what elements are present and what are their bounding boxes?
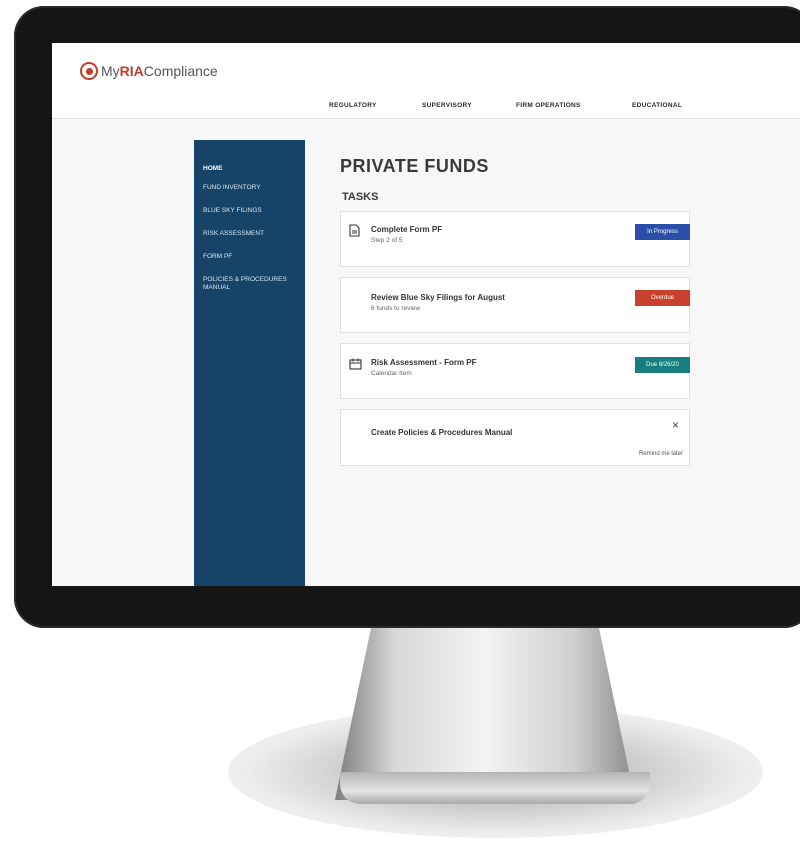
nav-educational[interactable]: EDUCATIONAL: [632, 102, 682, 109]
task-card-review-blue-sky[interactable]: Review Blue Sky Filings for August 6 fun…: [340, 277, 690, 333]
task-card-risk-assessment[interactable]: Risk Assessment - Form PF Calendar Item …: [340, 343, 690, 399]
sidebar-item-blue-sky-filings[interactable]: BLUE SKY FILINGS: [203, 207, 303, 215]
remind-later-link[interactable]: Remind me later: [639, 451, 683, 457]
status-badge: In Progress: [635, 224, 690, 240]
sidebar-item-fund-inventory[interactable]: FUND INVENTORY: [203, 184, 303, 192]
sidebar-item-form-pf[interactable]: FORM PF: [203, 253, 303, 261]
status-badge: Overdue: [635, 290, 690, 306]
page-title: PRIVATE FUNDS: [340, 156, 489, 176]
logo-icon: [80, 62, 98, 80]
task-title: Review Blue Sky Filings for August: [371, 293, 505, 302]
brand-name-ria: RIA: [119, 63, 144, 79]
sidebar-item-risk-assessment[interactable]: RISK ASSESSMENT: [203, 230, 303, 238]
task-card-complete-form-pf[interactable]: Complete Form PF Step 2 of 5 In Progress: [340, 211, 690, 267]
task-title: Create Policies & Procedures Manual: [371, 428, 513, 437]
sidebar: HOME FUND INVENTORY BLUE SKY FILINGS RIS…: [194, 140, 305, 586]
close-icon[interactable]: ×: [672, 418, 679, 432]
task-subtitle: Step 2 of 5: [371, 237, 403, 244]
sidebar-item-home[interactable]: HOME: [203, 165, 303, 173]
section-title-tasks: TASKS: [342, 191, 379, 203]
logo[interactable]: My RIA Compliance: [80, 62, 218, 80]
task-title: Complete Form PF: [371, 225, 443, 234]
nav-regulatory[interactable]: REGULATORY: [329, 102, 377, 109]
header: My RIA Compliance REGULATORY SUPERVISORY F…: [52, 43, 800, 119]
document-icon: [349, 224, 360, 242]
nav-supervisory[interactable]: SUPERVISORY: [422, 102, 472, 109]
task-subtitle: 6 funds to review: [371, 305, 421, 312]
task-title: Risk Assessment - Form PF: [371, 358, 477, 367]
app-screen: My RIA Compliance REGULATORY SUPERVISORY F…: [52, 43, 800, 586]
task-subtitle: Calendar Item: [371, 370, 412, 377]
task-card-create-policies-manual[interactable]: Create Policies & Procedures Manual × Re…: [340, 409, 690, 466]
status-badge: Due 8/26/20: [635, 357, 690, 373]
calendar-icon: [349, 357, 362, 375]
brand-name-prefix: My: [101, 63, 120, 79]
brand-name-suffix: Compliance: [143, 63, 218, 79]
monitor-base: [340, 772, 650, 804]
nav-firm-operations[interactable]: FIRM OPERATIONS: [516, 102, 581, 109]
sidebar-item-policies-manual[interactable]: POLICIES & PROCEDURES MANUAL: [203, 276, 293, 292]
